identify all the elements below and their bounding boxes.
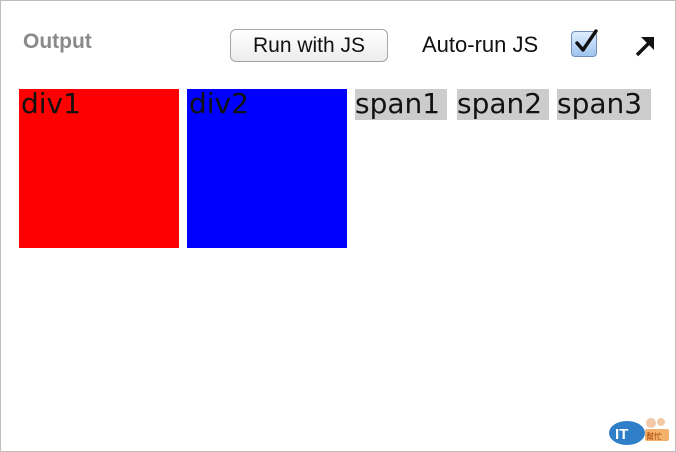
run-with-js-button[interactable]: Run with JS bbox=[230, 29, 388, 62]
svg-text:IT: IT bbox=[615, 426, 628, 443]
span1-box: span1 bbox=[355, 89, 447, 120]
ithelp-logo: IT 幫忙 bbox=[609, 418, 669, 445]
div2-box: div2 bbox=[187, 89, 347, 248]
output-toolbar: Output Run with JS Auto-run JS bbox=[1, 1, 675, 81]
span3-box: span3 bbox=[557, 89, 651, 120]
auto-run-js-label: Auto-run JS bbox=[422, 32, 539, 57]
div1-box: div1 bbox=[19, 89, 179, 248]
span2-box: span2 bbox=[457, 89, 549, 120]
checkmark-icon bbox=[575, 29, 598, 52]
auto-run-js-checkbox[interactable] bbox=[571, 29, 598, 57]
output-results: div1 div2 span1 span2 span3 bbox=[19, 89, 669, 259]
output-title: Output bbox=[23, 30, 92, 53]
output-panel: Output Run with JS Auto-run JS div1 div2… bbox=[0, 0, 676, 452]
expand-arrow-icon[interactable] bbox=[633, 33, 657, 57]
svg-text:幫忙: 幫忙 bbox=[646, 431, 662, 441]
